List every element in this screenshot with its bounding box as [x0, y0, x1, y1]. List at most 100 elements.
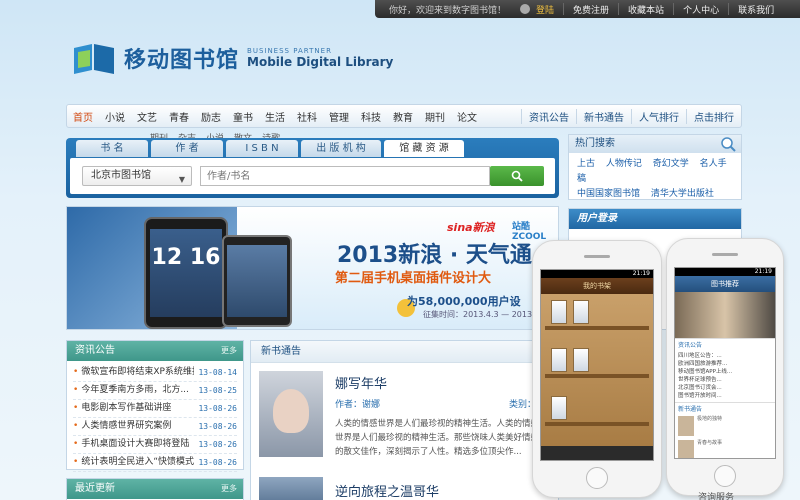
nav-item-inspiration[interactable]: 励志 [195, 109, 227, 124]
bullet-icon: • [73, 457, 79, 467]
bookshelf [541, 294, 653, 446]
news-item-date: 13-08-25 [198, 386, 237, 395]
library-select-value: 北京市图书馆 [91, 170, 151, 181]
news-item-title: 微软宣布即将结束XP系统维护 [81, 367, 195, 377]
recommend-book-title: 青春与故事 [697, 440, 723, 446]
nav-item-education[interactable]: 教育 [387, 109, 419, 124]
nav-item-management[interactable]: 管理 [323, 109, 355, 124]
book-title[interactable]: 逆向旅程之温哥华 [335, 481, 439, 500]
tab-isbn[interactable]: I S B N [226, 140, 298, 157]
hot-link[interactable]: 奇幻文学 [653, 159, 689, 169]
recommend-book[interactable]: 极地的独特 [675, 414, 775, 438]
shelf-board [545, 374, 649, 378]
bookshelf-header: 我的书架 [541, 278, 653, 294]
personal-center-link[interactable]: 个人中心 [674, 3, 728, 16]
shelf-book[interactable] [573, 348, 589, 372]
book-description: 人类的情感世界是人们最珍视的精神生活。人类的情感世界是人们最珍视的精神生活。那些… [335, 419, 540, 457]
register-link[interactable]: 免费注册 [564, 3, 618, 16]
list-item[interactable]: • 微软宣布即将结束XP系统维护 13-08-14 [73, 364, 237, 382]
library-select[interactable]: 北京市图书馆 ▼ [82, 166, 192, 186]
shelf-book[interactable] [551, 348, 567, 372]
news-list: • 微软宣布即将结束XP系统维护 13-08-14 • 今年夏季南方多雨，北方... 1… [67, 361, 243, 472]
site-logo[interactable]: 移动图书馆 BUSINESS PARTNER Mobile Digital Li… [70, 40, 393, 76]
consult-service-text[interactable]: 咨询服务 [698, 490, 734, 500]
banner-phone-image-2 [222, 235, 292, 327]
book-thumbnail [678, 416, 694, 436]
search-input[interactable] [200, 166, 490, 186]
nav-item-youth[interactable]: 青春 [163, 109, 195, 124]
book-cover[interactable] [259, 371, 323, 457]
home-button [586, 467, 608, 489]
recommend-news-item[interactable]: 欧洲四国旅游推荐... [678, 360, 772, 368]
list-item[interactable]: • 统计表明全民进入“快馈模式” 13-08-26 [73, 454, 237, 472]
list-item[interactable]: • 人类情感世界研究案例 13-08-26 [73, 418, 237, 436]
shelf-book[interactable] [573, 300, 589, 324]
hot-link[interactable]: 清华大学出版社 [651, 189, 714, 199]
nav-clicks-link[interactable]: 点击排行 [686, 108, 741, 124]
nav-item-children[interactable]: 童书 [227, 109, 259, 124]
news-item-date: 13-08-14 [198, 368, 237, 377]
recommend-book[interactable]: 青春与故事 [675, 438, 775, 458]
tab-author[interactable]: 作 者 [151, 140, 223, 157]
tab-collection[interactable]: 馆 藏 资 源 [384, 140, 464, 157]
nav-news-link[interactable]: 资讯公告 [521, 108, 576, 124]
recommend-news-item[interactable]: 北京图书订货会... [678, 384, 772, 392]
top-bar-links: 你好，欢迎来到数字图书馆！ 登陆 免费注册 收藏本站 个人中心 联系我们 [375, 0, 800, 18]
list-item[interactable]: • 电影剧本写作基础讲座 13-08-26 [73, 400, 237, 418]
tab-publisher[interactable]: 出 版 机 构 [301, 140, 381, 157]
nav-item-social[interactable]: 社科 [291, 109, 323, 124]
tab-title[interactable]: 书 名 [76, 140, 148, 157]
app-tab-bar[interactable] [541, 446, 653, 460]
banner-subtitle: 第二届手机桌面插件设计大 [335, 271, 492, 286]
nav-new-books-link[interactable]: 新书通告 [576, 108, 631, 124]
contact-link[interactable]: 联系我们 [729, 3, 783, 16]
nav-item-literature[interactable]: 文艺 [131, 109, 163, 124]
phone-mockup-bookshelf: 21:19 我的书架 [532, 240, 662, 498]
hot-search-title: 热门搜索 [575, 138, 615, 149]
recommend-header: 图书推荐 [675, 276, 775, 292]
cover-portrait [273, 389, 309, 433]
news-title: 资讯公告 [75, 345, 115, 356]
nav-item-novel[interactable]: 小说 [99, 109, 131, 124]
login-link[interactable]: 登陆 [534, 3, 563, 16]
search-icon [511, 170, 523, 182]
hot-link[interactable]: 上古 [577, 159, 595, 169]
speaker-grille [584, 255, 610, 258]
book-title[interactable]: 娜写年华 [335, 373, 387, 392]
hot-link[interactable]: 名人手稿 [577, 159, 727, 184]
recommend-news-item[interactable]: 移动图书馆APP上线... [678, 368, 772, 376]
list-item[interactable]: • 今年夏季南方多雨，北方... 13-08-25 [73, 382, 237, 400]
promo-banner[interactable]: 12 16 sina新浪 站酷ZCOOL 2013新浪 · 天气通 第二届手机桌… [66, 206, 559, 330]
hot-link[interactable]: 中国国家图书馆 [577, 189, 640, 199]
recommend-news-item[interactable]: 四川地区公告：... [678, 352, 772, 360]
bullet-icon: • [73, 403, 79, 413]
recent-title: 最近更新 [75, 483, 115, 494]
bookmark-link[interactable]: 收藏本站 [619, 3, 673, 16]
shelf-book[interactable] [551, 300, 567, 324]
status-bar: 21:19 [541, 270, 653, 278]
book-author[interactable]: 作者：谢娜 [335, 397, 380, 410]
speaker-grille [712, 253, 738, 256]
search-panel: 书 名 作 者 I S B N 出 版 机 构 馆 藏 资 源 北京市图书馆 ▼ [66, 138, 559, 198]
hot-link[interactable]: 人物传记 [606, 159, 642, 169]
search-button[interactable] [490, 166, 544, 186]
nav-item-periodical[interactable]: 期刊 [419, 109, 451, 124]
nav-item-thesis[interactable]: 论文 [451, 109, 483, 124]
phone-screen: 21:19 我的书架 [540, 269, 654, 461]
nav-item-home[interactable]: 首页 [67, 109, 99, 124]
recommend-banner-image[interactable] [675, 292, 775, 338]
news-item-date: 13-08-26 [198, 422, 237, 431]
nav-item-life[interactable]: 生活 [259, 109, 291, 124]
recommend-news-item[interactable]: 图书馆开放时间... [678, 392, 772, 400]
book-cover[interactable] [259, 477, 323, 500]
list-item[interactable]: • 手机桌面设计大赛即将登陆 13-08-26 [73, 436, 237, 454]
nav-item-technology[interactable]: 科技 [355, 109, 387, 124]
news-more-link[interactable]: 更多 [221, 341, 237, 361]
shelf-book[interactable] [551, 396, 567, 420]
recent-more-link[interactable]: 更多 [221, 479, 237, 499]
news-item-date: 13-08-26 [198, 458, 237, 467]
nav-popular-link[interactable]: 人气排行 [631, 108, 686, 124]
category-nav: 首页 小说 文艺 青春 励志 童书 生活 社科 管理 科技 教育 期刊 论文 资… [66, 104, 742, 128]
phone-mockup-recommend: 21:19 图书推荐 资讯公告 四川地区公告：... 欧洲四国旅游推荐... 移… [666, 238, 784, 496]
recommend-news-item[interactable]: 世界杯足球预告... [678, 376, 772, 384]
